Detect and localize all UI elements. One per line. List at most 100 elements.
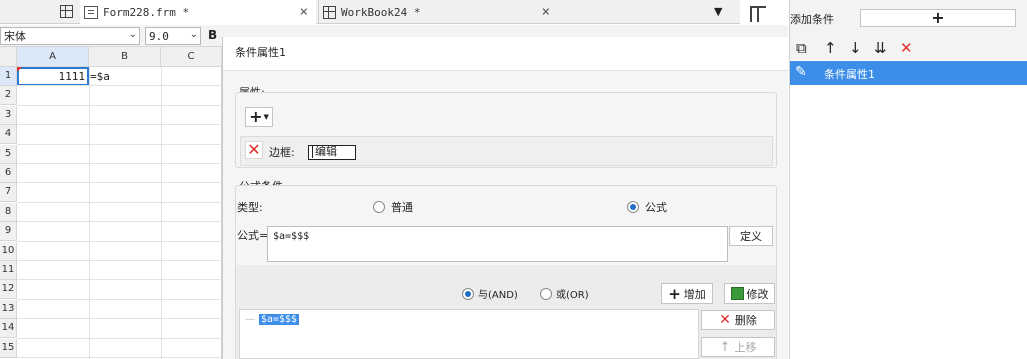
define-button[interactable]: 定义 <box>729 226 773 246</box>
row-divider <box>17 338 222 339</box>
plus-icon: + <box>931 8 945 27</box>
close-icon[interactable]: × <box>542 4 550 20</box>
modify-icon <box>730 287 744 300</box>
cell-value: =$a <box>90 70 110 83</box>
workbook-icon <box>323 5 336 19</box>
tab-label: WorkBook24 * <box>341 5 421 19</box>
row-header-8[interactable]: 8 <box>0 203 17 222</box>
row-header-10[interactable]: 10 <box>0 242 17 261</box>
column-divider <box>89 67 90 359</box>
delete-condition-button[interactable]: ✕ 删除 <box>701 310 775 330</box>
toolbar-strip <box>222 25 788 37</box>
spreadsheet-grid: A B C 1111 =$a 1 2 3 4 5 6 7 8 9 10 11 12 13 14 15 <box>0 47 222 359</box>
formula-input[interactable]: $a=$$$ <box>267 226 728 262</box>
tab-workbook24[interactable]: WorkBook24 * × <box>318 0 558 24</box>
row-header-14[interactable]: 14 <box>0 319 17 338</box>
row-header-6[interactable]: 6 <box>0 164 17 183</box>
add-condition-label: 添加条件 <box>790 13 834 26</box>
row-header-13[interactable]: 13 <box>0 300 17 319</box>
row-divider <box>17 144 222 145</box>
grid-view-icon[interactable] <box>60 5 73 18</box>
row-header-4[interactable]: 4 <box>0 125 17 144</box>
cell-a1[interactable]: 1111 <box>17 67 89 86</box>
cell-value: 1111 <box>58 70 86 83</box>
column-header-a[interactable]: A <box>17 47 89 67</box>
row-divider <box>17 124 222 125</box>
row-divider <box>17 260 222 261</box>
logic-or-label[interactable]: 或(OR) <box>556 286 589 301</box>
edit-pencil-icon: ✎ <box>795 64 807 80</box>
modify-condition-button[interactable]: 修改 <box>724 283 775 304</box>
chevron-down-icon: ▼ <box>263 113 269 121</box>
border-label: 边框: <box>269 146 295 159</box>
font-size-value: 9.0 <box>149 29 169 43</box>
row-header-7[interactable]: 7 <box>0 183 17 202</box>
cell-b1[interactable]: =$a <box>89 67 161 86</box>
form-doc-icon <box>84 5 98 19</box>
type-formula-label[interactable]: 公式 <box>645 199 667 215</box>
cell-marker-icon <box>17 67 22 72</box>
delete-label: 删除 <box>734 314 757 327</box>
plus-icon: + <box>668 284 681 303</box>
arrow-up-icon: ↑ <box>719 339 731 355</box>
close-icon[interactable]: × <box>300 4 308 20</box>
row-header-5[interactable]: 5 <box>0 145 17 164</box>
tab-list-dropdown-icon[interactable]: ▼ <box>714 5 722 18</box>
column-header-c[interactable]: C <box>161 47 222 67</box>
tab-form228[interactable]: Form228.frm * × <box>80 0 316 24</box>
plus-icon: + <box>249 107 263 126</box>
type-normal-label[interactable]: 普通 <box>391 199 413 215</box>
row-divider <box>17 299 222 300</box>
row-header-11[interactable]: 11 <box>0 261 17 280</box>
bold-button[interactable]: B <box>208 28 217 42</box>
modify-label: 修改 <box>746 287 769 301</box>
corner-select-all[interactable] <box>0 47 17 67</box>
border-edit-button[interactable]: 编辑 <box>308 145 356 160</box>
add-label: 增加 <box>683 287 706 301</box>
font-size-select[interactable]: 9.0 ⌄ <box>145 27 201 45</box>
row-divider <box>17 221 222 222</box>
column-divider <box>161 67 162 359</box>
row-divider <box>17 318 222 319</box>
chevron-down-icon: ⌄ <box>189 29 198 40</box>
row-header-12[interactable]: 12 <box>0 280 17 299</box>
delete-icon[interactable]: ✕ <box>900 39 913 57</box>
arrow-down-icon[interactable]: ↓ <box>849 39 862 57</box>
row-divider <box>17 357 222 358</box>
font-name-value: 宋体 <box>4 30 26 43</box>
column-header-b[interactable]: B <box>89 47 161 67</box>
delete-icon: ✕ <box>719 312 731 328</box>
logic-or-radio[interactable] <box>540 288 552 300</box>
condition-list-panel: 添加条件 + ⧉ ↑ ↓ ⇊ ✕ ✎ 条件属性1 <box>789 0 1027 359</box>
logic-and-label[interactable]: 与(AND) <box>478 286 518 301</box>
row-divider <box>17 241 222 242</box>
condition-tree-item[interactable]: — $a=$$$ <box>245 311 299 325</box>
logic-and-radio[interactable] <box>462 288 474 300</box>
row-header-15[interactable]: 15 <box>0 339 17 358</box>
type-label: 类型: <box>237 201 263 214</box>
row-divider <box>17 182 222 183</box>
tree-connector: — <box>245 314 255 325</box>
row-header-3[interactable]: 3 <box>0 106 17 125</box>
row-divider <box>17 163 222 164</box>
format-panel-icon[interactable] <box>750 6 766 22</box>
condition-list-item[interactable]: ✎ 条件属性1 <box>790 61 1027 85</box>
type-formula-radio[interactable] <box>627 201 639 213</box>
row-header-9[interactable]: 9 <box>0 222 17 241</box>
move-up-button[interactable]: ↑ 上移 <box>701 337 775 357</box>
row-header-2[interactable]: 2 <box>0 86 17 105</box>
dialog-title: 条件属性1 <box>223 37 789 71</box>
move-up-label: 上移 <box>734 341 757 354</box>
font-name-select[interactable]: 宋体 ⌄ <box>0 27 140 45</box>
remove-attribute-icon[interactable]: ✕ <box>245 141 263 159</box>
add-condition-button[interactable]: + 增加 <box>661 283 713 304</box>
add-attribute-button[interactable]: + ▼ <box>245 107 273 127</box>
arrow-up-icon[interactable]: ↑ <box>824 39 837 57</box>
add-condition-plus-button[interactable]: + <box>860 9 1016 27</box>
row-header-1[interactable]: 1 <box>0 67 17 86</box>
condition-tree[interactable] <box>239 309 699 359</box>
type-normal-radio[interactable] <box>373 201 385 213</box>
formula-value: $a=$$$ <box>273 231 310 242</box>
copy-icon[interactable]: ⧉ <box>796 39 807 57</box>
move-to-bottom-icon[interactable]: ⇊ <box>874 39 887 57</box>
